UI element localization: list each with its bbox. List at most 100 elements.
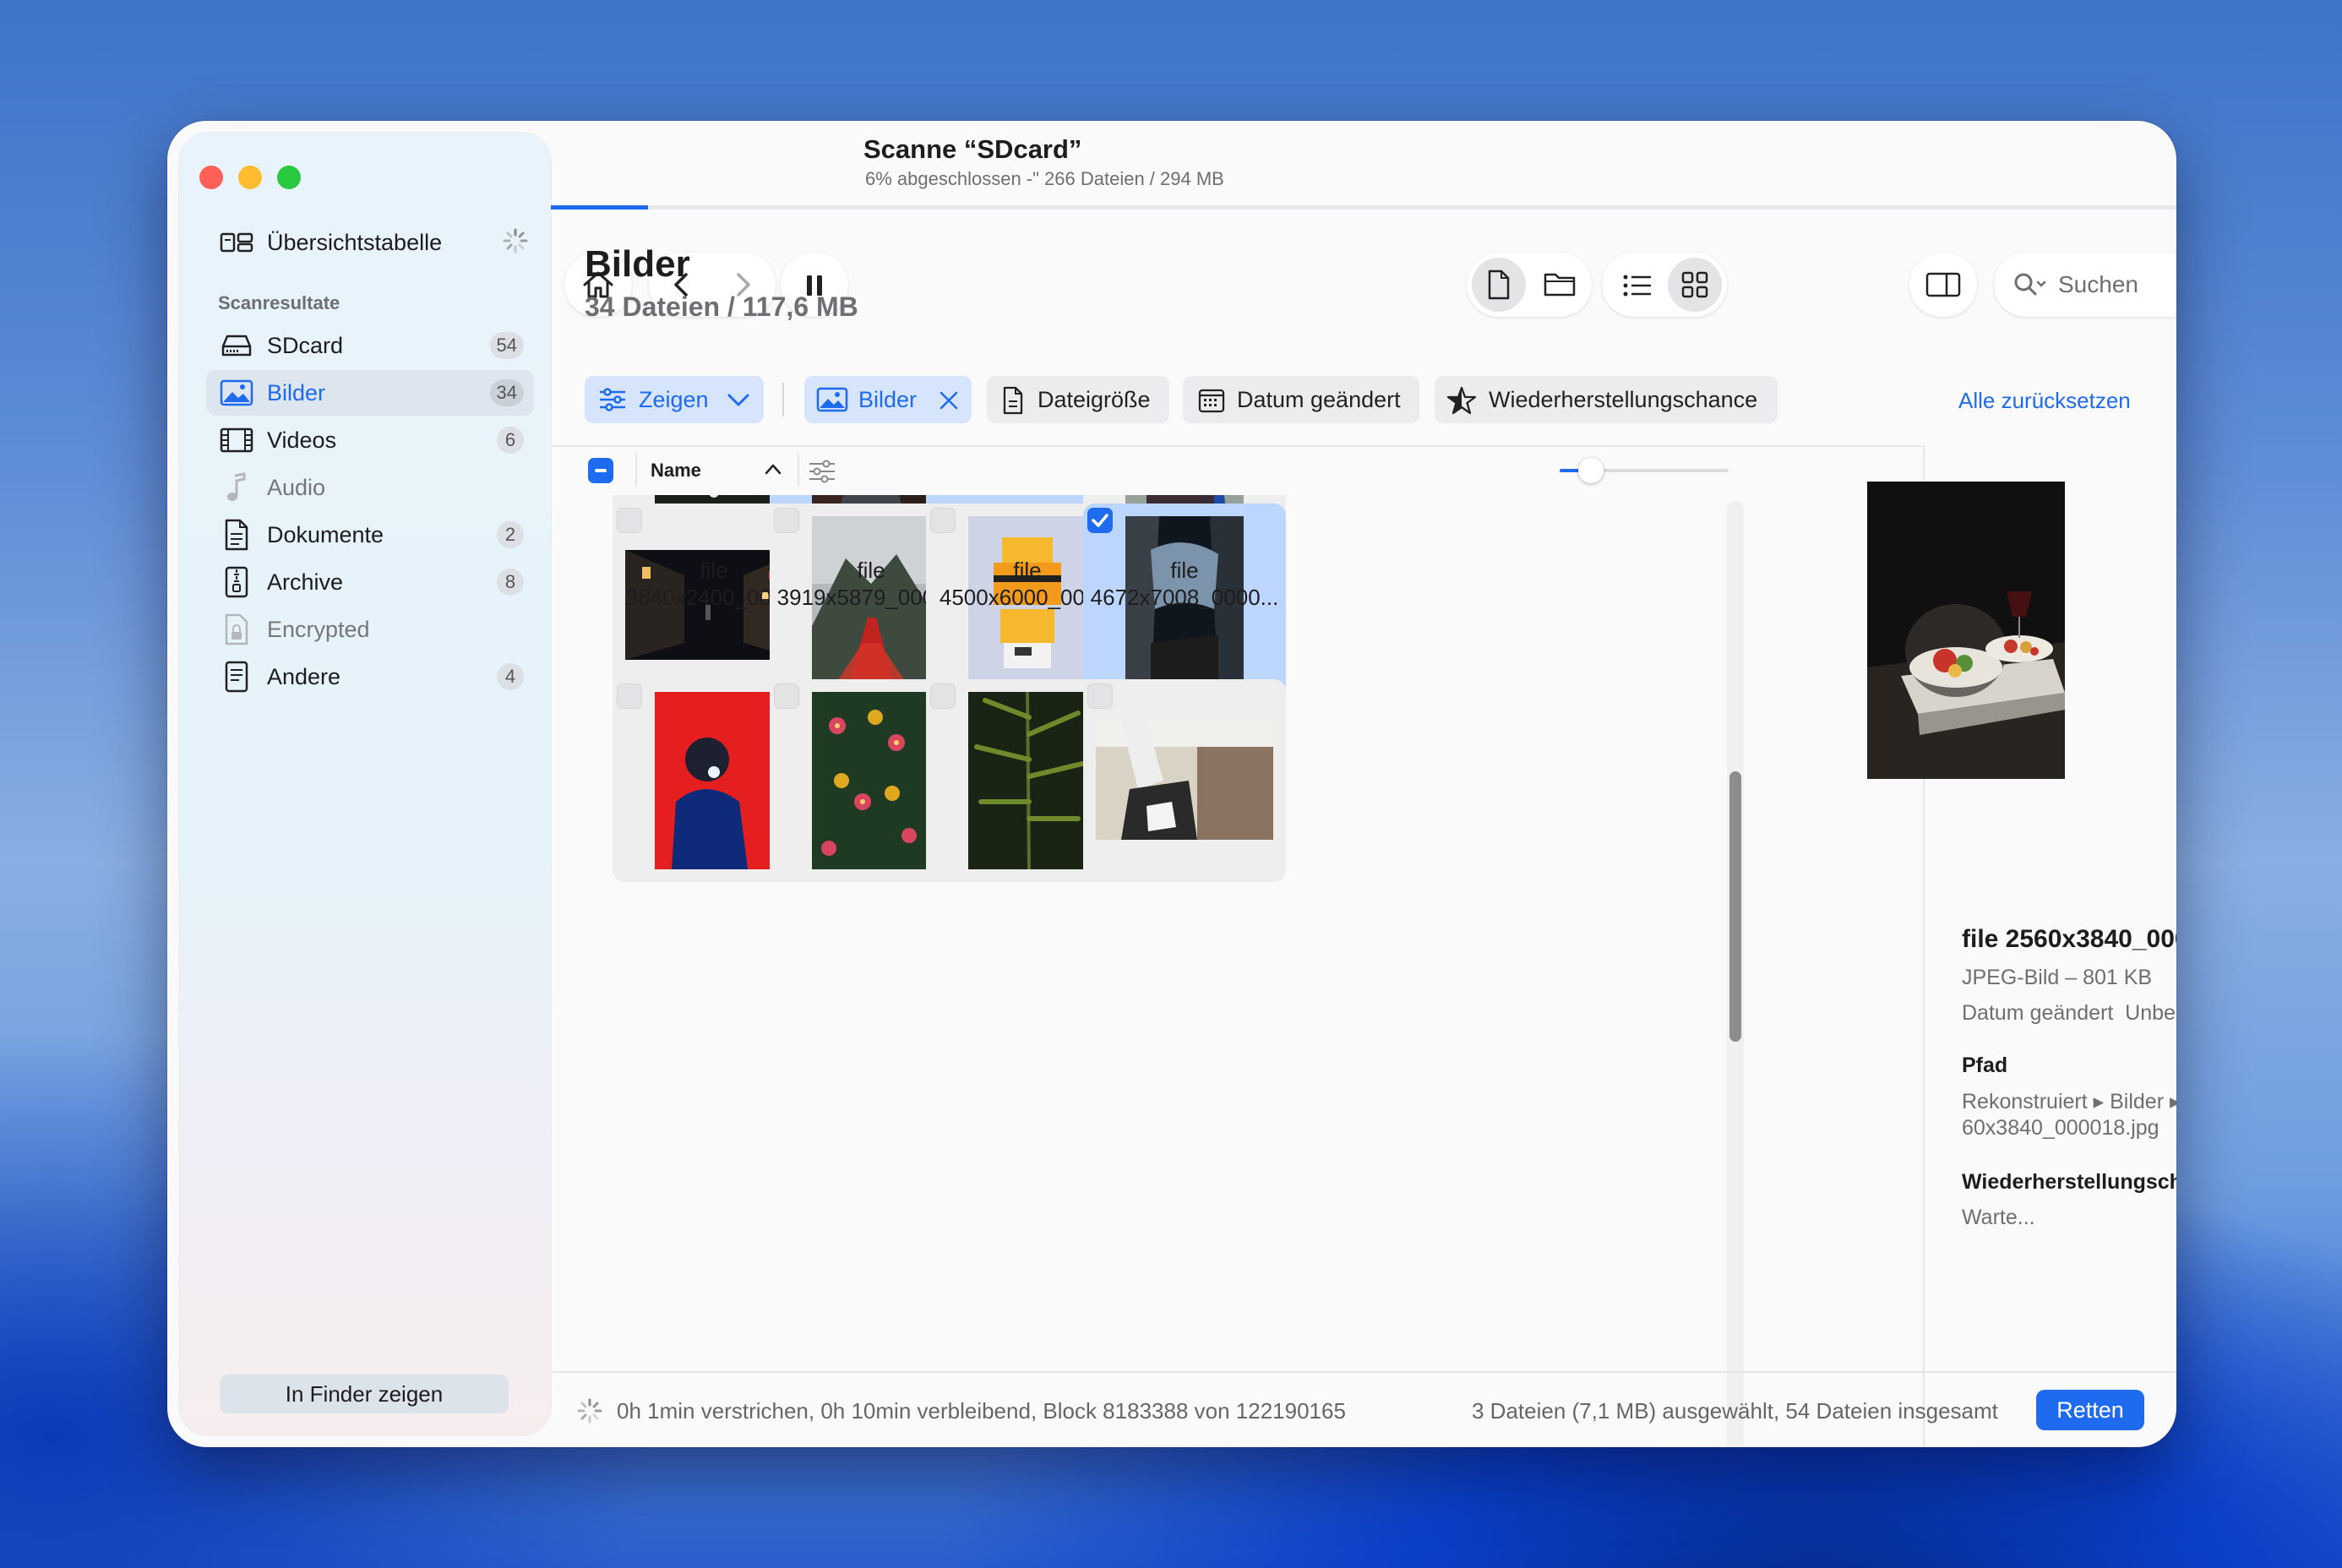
sidebar-item-dokumente[interactable]: Dokumente 2 [206,512,534,558]
photo-icon [816,387,848,418]
sidebar-item-encrypted[interactable]: Encrypted [206,607,534,652]
sidebar-item-sdcard[interactable]: SDcard 54 [206,323,534,368]
chance-filter-button[interactable]: Wiederherstellungschance [1435,376,1778,423]
thumbnail-image [968,692,1087,869]
select-checkbox[interactable] [617,508,642,533]
count-badge: 54 [489,332,524,359]
count-badge: 4 [497,663,524,690]
sidebar-item-videos[interactable]: Videos 6 [206,417,534,463]
size-filter-label: Dateigröße [1038,386,1151,412]
scan-progress-fill [551,205,649,210]
close-window-button[interactable] [199,166,223,189]
search-icon [2012,271,2046,302]
section-label: Scanresultate [218,292,340,313]
sidebar-item-audio[interactable]: Audio [206,465,534,510]
view-source-group [1467,253,1592,317]
checkmark-icon [1092,514,1108,527]
detail-chance-label: Wiederherstellungschance [1962,1170,2176,1194]
sidebar-item-label: Dokumente [267,521,384,547]
minimize-window-button[interactable] [238,166,262,189]
show-filter-dropdown[interactable]: Zeigen [585,376,764,423]
detail-path-line2: 60x3840_000018.jpg [1962,1116,2160,1140]
select-checkbox[interactable] [774,508,799,533]
sidebar-item-overview[interactable]: Übersichtstabelle [206,220,534,265]
sidebar-item-bilder[interactable]: Bilder 34 [206,370,534,416]
detail-type: JPEG-Bild – 801 KB [1962,966,2153,989]
search-field[interactable]: Suchen [1994,253,2176,317]
preview-image [1867,482,2065,779]
select-checkbox[interactable] [774,332,799,357]
filter-divider [782,383,784,416]
date-filter-button[interactable]: Datum geändert [1183,376,1419,423]
slider-fill [1560,469,1580,472]
sidebar-item-label: Encrypted [267,616,370,642]
caption-line1: file [1170,558,1199,583]
select-checkbox[interactable] [930,683,956,709]
lock-document-icon [220,612,253,646]
file-view-icon[interactable] [1472,258,1526,312]
sidebar-toggle-button[interactable] [1909,253,1977,317]
images-filter-label: Bilder [858,386,918,412]
sidebar-item-label: Audio [267,474,326,500]
column-separator [635,453,637,487]
scrollbar-thumb[interactable] [1729,771,1741,1042]
close-icon[interactable] [938,389,960,417]
thumbnail-image [655,495,773,518]
show-in-finder-button[interactable]: In Finder zeigen [220,1375,509,1413]
grid-item-caption: file 4672x7008_0000... [1045,557,1324,611]
images-filter-chip[interactable]: Bilder [804,376,972,423]
grid-view-icon[interactable] [1668,258,1722,312]
column-settings-icon[interactable] [808,459,836,488]
slider-knob[interactable] [1578,458,1604,483]
select-checkbox[interactable] [1087,508,1113,533]
select-checkbox[interactable] [617,683,642,709]
document-icon [220,518,253,552]
photo-icon [220,376,253,410]
sidebar-item-label: Videos [267,427,337,453]
thumbnail-image [1125,495,1244,518]
recover-button[interactable]: Retten [2036,1390,2144,1430]
document-icon [1002,386,1024,421]
loading-spinner-icon [502,227,529,259]
select-checkbox[interactable] [617,332,642,357]
reset-all-link[interactable]: Alle zurücksetzen [1958,388,2131,414]
sidebar-item-andere[interactable]: Andere 4 [206,654,534,700]
sidebar-item-archive[interactable]: Archive 8 [206,559,534,605]
zoom-window-button[interactable] [277,166,301,189]
mixed-state-icon [595,469,607,472]
select-checkbox[interactable] [1087,332,1113,357]
loading-spinner-icon [576,1397,603,1429]
music-note-icon [220,471,253,504]
sidebar-right-icon [1925,271,1962,302]
name-column-header[interactable]: Name [651,460,701,482]
grid-item[interactable] [1083,679,1286,882]
app-window: Übersichtstabelle Scanresultate SDcard 5… [167,121,2176,1447]
caption-line1: file [857,332,885,357]
size-filter-button[interactable]: Dateigröße [987,376,1169,423]
detail-path-label: Pfad [1962,1054,2008,1077]
film-icon [220,423,253,457]
other-document-icon [220,660,253,694]
sidebar-item-label: SDcard [267,332,344,358]
sidebar-item-label: Archive [267,569,344,595]
scrollbar-track[interactable] [1727,501,1744,1447]
sidebar-item-label: Bilder [267,379,326,406]
folder-view-icon[interactable] [1543,270,1577,302]
sort-ascending-icon[interactable] [764,460,782,482]
show-filter-label: Zeigen [639,386,709,412]
list-view-icon[interactable] [1622,273,1653,302]
select-checkbox[interactable] [1087,683,1113,709]
chevron-down-icon [727,389,750,416]
select-checkbox[interactable] [930,508,956,533]
statusbar-divider [551,1371,2176,1373]
select-all-checkbox[interactable] [588,458,613,483]
sidebar: Übersichtstabelle Scanresultate SDcard 5… [179,133,551,1435]
grid-item[interactable] [1083,332,1286,531]
caption-line1: file [1013,332,1042,357]
drive-icon [220,329,253,362]
date-filter-label: Datum geändert [1237,386,1401,412]
detail-path-line1: Rekonstruiert ▸ Bilder ▸ jpg ▸ file 25 [1962,1090,2176,1113]
select-checkbox[interactable] [774,683,799,709]
thumbnail-size-slider[interactable] [1560,458,1729,483]
select-checkbox[interactable] [930,332,956,357]
